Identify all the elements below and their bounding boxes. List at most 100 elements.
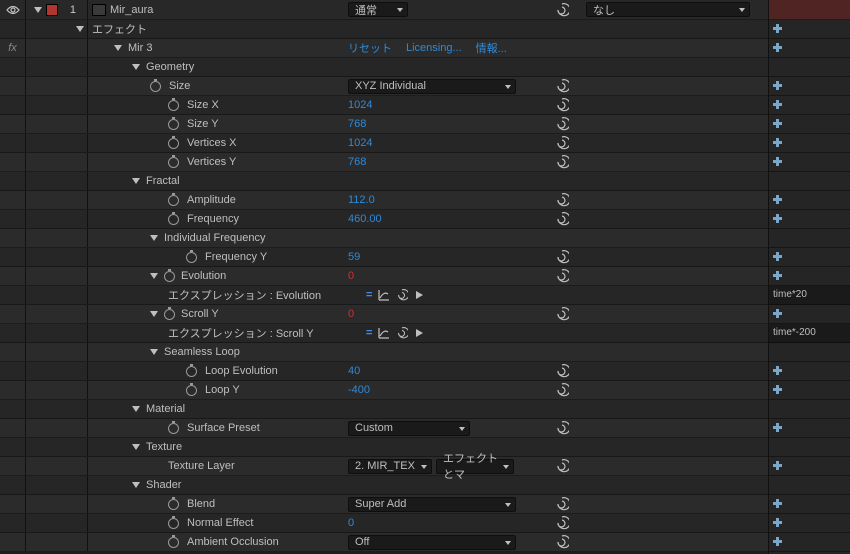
scroll-y-value[interactable]: 0: [348, 308, 354, 320]
stopwatch-icon[interactable]: [150, 81, 161, 92]
keyframe-icon[interactable]: [773, 271, 782, 280]
visibility-eye-icon[interactable]: [6, 5, 20, 15]
stopwatch-icon[interactable]: [186, 385, 197, 396]
ao-dropdown[interactable]: Off: [348, 535, 516, 550]
frequency-y-value[interactable]: 59: [348, 251, 360, 263]
track-matte-dropdown[interactable]: なし: [586, 2, 750, 17]
stopwatch-icon[interactable]: [186, 366, 197, 377]
size-x-value[interactable]: 1024: [348, 99, 372, 111]
loop-evolution-value[interactable]: 40: [348, 365, 360, 377]
prop-blend[interactable]: Blend Super Add: [0, 495, 768, 514]
group-texture[interactable]: Texture: [0, 438, 768, 457]
disclosure-icon[interactable]: [150, 349, 158, 355]
effect-row[interactable]: fx Mir 3 リセット Licensing... 情報...: [0, 39, 768, 58]
size-dropdown[interactable]: XYZ Individual: [348, 79, 516, 94]
fx-badge-icon[interactable]: fx: [8, 42, 17, 54]
stopwatch-icon[interactable]: [168, 537, 179, 548]
expression-text[interactable]: time*-200: [773, 327, 816, 338]
loop-y-value[interactable]: -400: [348, 384, 370, 396]
texture-layer-dropdown[interactable]: 2. MIR_TEX: [348, 459, 432, 474]
stopwatch-icon[interactable]: [168, 138, 179, 149]
disclosure-icon[interactable]: [132, 406, 140, 412]
prop-amplitude[interactable]: Amplitude 112.0: [0, 191, 768, 210]
layer-name[interactable]: Mir_aura: [110, 4, 153, 16]
expression-menu-icon[interactable]: [414, 328, 424, 338]
disclosure-icon[interactable]: [132, 482, 140, 488]
keyframe-icon[interactable]: [773, 100, 782, 109]
keyframe-icon[interactable]: [773, 366, 782, 375]
stopwatch-icon[interactable]: [168, 518, 179, 529]
disclosure-icon[interactable]: [132, 444, 140, 450]
expression-enable-icon[interactable]: =: [366, 289, 372, 301]
frequency-value[interactable]: 460.00: [348, 213, 382, 225]
stopwatch-icon[interactable]: [168, 157, 179, 168]
disclosure-icon[interactable]: [34, 7, 42, 13]
prop-frequency-y[interactable]: Frequency Y 59: [0, 248, 768, 267]
disclosure-icon[interactable]: [150, 273, 158, 279]
keyframe-icon[interactable]: [773, 518, 782, 527]
prop-scroll-y[interactable]: Scroll Y 0: [0, 305, 768, 324]
prop-evolution[interactable]: Evolution 0: [0, 267, 768, 286]
stopwatch-icon[interactable]: [164, 271, 175, 282]
keyframe-icon[interactable]: [773, 214, 782, 223]
prop-vertices-y[interactable]: Vertices Y 768: [0, 153, 768, 172]
stopwatch-icon[interactable]: [168, 214, 179, 225]
prop-normal-effect[interactable]: Normal Effect 0: [0, 514, 768, 533]
group-geometry[interactable]: Geometry: [0, 58, 768, 77]
disclosure-icon[interactable]: [76, 26, 84, 32]
prop-loop-evolution[interactable]: Loop Evolution 40: [0, 362, 768, 381]
keyframe-icon[interactable]: [773, 537, 782, 546]
stopwatch-icon[interactable]: [168, 499, 179, 510]
effects-header-row[interactable]: エフェクト: [0, 20, 768, 39]
vertices-x-value[interactable]: 1024: [348, 137, 372, 149]
normal-effect-value[interactable]: 0: [348, 517, 354, 529]
group-shader[interactable]: Shader: [0, 476, 768, 495]
expression-menu-icon[interactable]: [414, 290, 424, 300]
pickwhip-icon[interactable]: [396, 289, 408, 301]
keyframe-icon[interactable]: [773, 423, 782, 432]
effect-name[interactable]: Mir 3: [128, 42, 152, 54]
stopwatch-icon[interactable]: [164, 309, 175, 320]
stopwatch-icon[interactable]: [186, 252, 197, 263]
keyframe-icon[interactable]: [773, 119, 782, 128]
group-material[interactable]: Material: [0, 400, 768, 419]
vertices-y-value[interactable]: 768: [348, 156, 366, 168]
blend-dropdown[interactable]: Super Add: [348, 497, 516, 512]
keyframe-icon[interactable]: [773, 385, 782, 394]
prop-vertices-x[interactable]: Vertices X 1024: [0, 134, 768, 153]
stopwatch-icon[interactable]: [168, 423, 179, 434]
prop-frequency[interactable]: Frequency 460.00: [0, 210, 768, 229]
stopwatch-icon[interactable]: [168, 195, 179, 206]
reset-link[interactable]: リセット: [348, 40, 392, 56]
keyframe-icon[interactable]: [773, 309, 782, 318]
keyframe-icon[interactable]: [773, 499, 782, 508]
disclosure-icon[interactable]: [132, 64, 140, 70]
prop-loop-y[interactable]: Loop Y -400: [0, 381, 768, 400]
blend-mode-dropdown[interactable]: 通常: [348, 2, 408, 17]
keyframe-icon[interactable]: [773, 81, 782, 90]
keyframe-icon[interactable]: [773, 138, 782, 147]
stopwatch-icon[interactable]: [168, 100, 179, 111]
layer-color-chip[interactable]: [46, 4, 58, 16]
prop-size-y[interactable]: Size Y 768: [0, 115, 768, 134]
keyframe-icon[interactable]: [773, 24, 782, 33]
graph-editor-icon[interactable]: [378, 327, 390, 339]
evolution-value[interactable]: 0: [348, 270, 354, 282]
disclosure-icon[interactable]: [132, 178, 140, 184]
expression-text[interactable]: time*20: [773, 289, 807, 300]
stopwatch-icon[interactable]: [168, 119, 179, 130]
licensing-link[interactable]: Licensing...: [406, 42, 462, 54]
prop-size[interactable]: Size XYZ Individual: [0, 77, 768, 96]
keyframe-icon[interactable]: [773, 157, 782, 166]
layer-row[interactable]: 1 Mir_aura 通常 なし: [0, 0, 768, 20]
group-fractal[interactable]: Fractal: [0, 172, 768, 191]
pickwhip-icon[interactable]: [396, 327, 408, 339]
texture-layer-mode-dropdown[interactable]: エフェクトとマ: [436, 459, 514, 474]
disclosure-icon[interactable]: [150, 235, 158, 241]
keyframe-icon[interactable]: [773, 195, 782, 204]
size-y-value[interactable]: 768: [348, 118, 366, 130]
prop-size-x[interactable]: Size X 1024: [0, 96, 768, 115]
prop-texture-layer[interactable]: Texture Layer 2. MIR_TEX エフェクトとマ: [0, 457, 768, 476]
expression-scroll-y[interactable]: エクスプレッション : Scroll Y =: [0, 324, 768, 343]
group-seamless-loop[interactable]: Seamless Loop: [0, 343, 768, 362]
